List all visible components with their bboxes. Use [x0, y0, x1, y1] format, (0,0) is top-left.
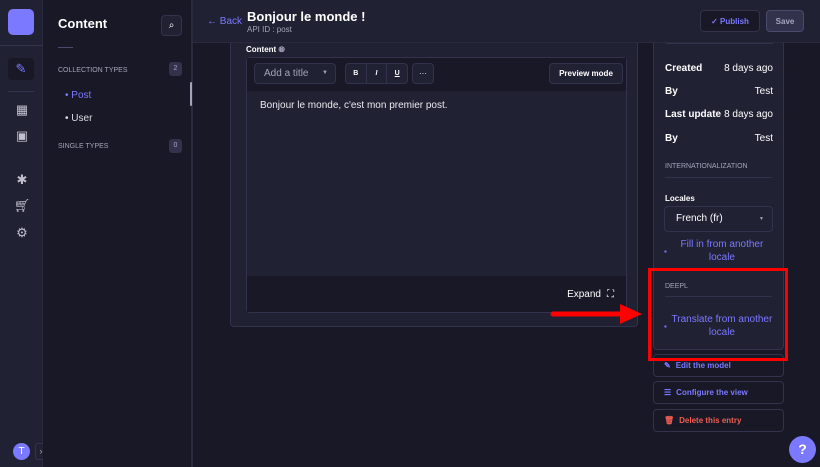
pencil-icon: ✎ [664, 361, 671, 370]
heading-value: Add a title [264, 68, 309, 79]
list-icon: ☰ [664, 388, 672, 397]
delete-label: Delete this entry [679, 416, 742, 425]
edit-form-card: Content 🌐︎ Add a title ▼ B I U ··· Previe… [230, 43, 638, 327]
editor-toolbar: Add a title ▼ B I U ··· Preview mode [247, 58, 626, 91]
locale-select[interactable]: French (fr) ▼ [664, 206, 773, 232]
single-types-label: SINGLE TYPES [58, 143, 109, 150]
i18n-title: INTERNATIONALIZATION [665, 163, 748, 170]
media-library-icon[interactable]: ▣ [13, 127, 31, 145]
scrollbar[interactable] [190, 82, 192, 106]
publish-button[interactable]: ✓ Publish [700, 10, 760, 32]
format-buttons: B I U [345, 63, 408, 84]
publish-label: Publish [720, 16, 749, 26]
by-label: By [665, 133, 678, 144]
search-icon[interactable]: ⌕ [161, 15, 182, 36]
settings-gear-icon[interactable]: ⚙ [13, 224, 31, 242]
fill-label: Fill in from another locale [680, 239, 764, 263]
bold-button[interactable]: B [346, 64, 367, 83]
content-sidebar: Content ⌕ COLLECTION TYPES 2 • Post • Us… [43, 0, 193, 467]
back-label: Back [219, 16, 243, 27]
by-label: By [665, 86, 678, 97]
copy-icon: ▪ [664, 246, 667, 256]
collection-types-label: COLLECTION TYPES [58, 67, 128, 74]
header: ← Back Bonjour le monde ! API ID : post … [193, 0, 820, 43]
api-id: API ID : post [247, 25, 292, 34]
divider [58, 47, 73, 48]
trash-icon: 🗑︎ [664, 416, 675, 425]
fill-from-locale-button[interactable]: ▪ Fill in from another locale [664, 238, 773, 264]
content-manager-icon[interactable]: ✎ [8, 58, 34, 80]
globe-icon: 🌐︎ [278, 45, 285, 54]
page-title: Bonjour le monde ! [247, 9, 366, 24]
save-button[interactable]: Save [766, 10, 804, 32]
created-label: Created [665, 63, 703, 74]
delete-entry-button[interactable]: 🗑︎ Delete this entry [653, 409, 784, 432]
updated-value: 8 days ago [724, 109, 773, 120]
avatar[interactable]: T [13, 443, 30, 460]
underline-button[interactable]: U [387, 64, 407, 83]
updated-label: Last update [665, 109, 722, 120]
marketplace-cart-icon[interactable]: 🛒︎ [13, 197, 31, 215]
italic-button[interactable]: I [367, 64, 388, 83]
single-count-badge: 0 [169, 139, 182, 153]
created-row: Created 8 days ago [665, 63, 773, 74]
updated-by-row: By Test [665, 133, 773, 144]
red-arrow-annotation [550, 304, 642, 324]
plugins-puzzle-icon[interactable]: ✱ [13, 171, 31, 189]
configure-label: Configure the view [676, 388, 748, 397]
sidebar-item-user[interactable]: • User [65, 113, 92, 124]
sidebar-item-label: Post [71, 90, 92, 101]
more-button[interactable]: ··· [412, 63, 434, 84]
edit-model-label: Edit the model [675, 361, 731, 370]
rich-text-editor: Add a title ▼ B I U ··· Preview mode Bonj… [246, 57, 627, 313]
created-value: 8 days ago [724, 63, 773, 74]
label-text: Content [246, 45, 277, 54]
editor-body[interactable]: Bonjour le monde, c'est mon premier post… [260, 100, 448, 111]
sidebar-title: Content [58, 16, 108, 31]
chevron-down-icon: ▼ [759, 216, 764, 222]
fullscreen-icon: ⛶ [607, 288, 614, 300]
content-type-builder-icon[interactable]: ▦ [13, 101, 31, 119]
heading-select[interactable]: Add a title ▼ [254, 63, 336, 84]
preview-mode-button[interactable]: Preview mode [549, 63, 623, 84]
chevron-down-icon: ▼ [322, 70, 328, 76]
strapi-logo[interactable] [8, 9, 34, 35]
sidebar-item-post[interactable]: • Post [65, 90, 91, 101]
expand-label: Expand [567, 288, 601, 300]
content-field-label: Content 🌐︎ [246, 45, 285, 55]
by-value: Test [754, 133, 773, 144]
updated-row: Last update 8 days ago [665, 109, 773, 120]
collection-count-badge: 2 [169, 62, 182, 76]
locale-value: French (fr) [676, 213, 723, 224]
main-nav-rail: ✎ ▦ ▣ ✱ 🛒︎ ⚙ T › [0, 0, 47, 467]
help-button[interactable]: ? [789, 436, 816, 463]
by-value: Test [754, 86, 773, 97]
sidebar-item-label: User [71, 113, 93, 124]
highlight-box [648, 268, 788, 361]
back-link[interactable]: ← Back [207, 16, 242, 27]
created-by-row: By Test [665, 86, 773, 97]
check-icon: ✓ [711, 16, 721, 26]
configure-view-button[interactable]: ☰ Configure the view [653, 381, 784, 404]
locales-label: Locales [665, 194, 695, 203]
